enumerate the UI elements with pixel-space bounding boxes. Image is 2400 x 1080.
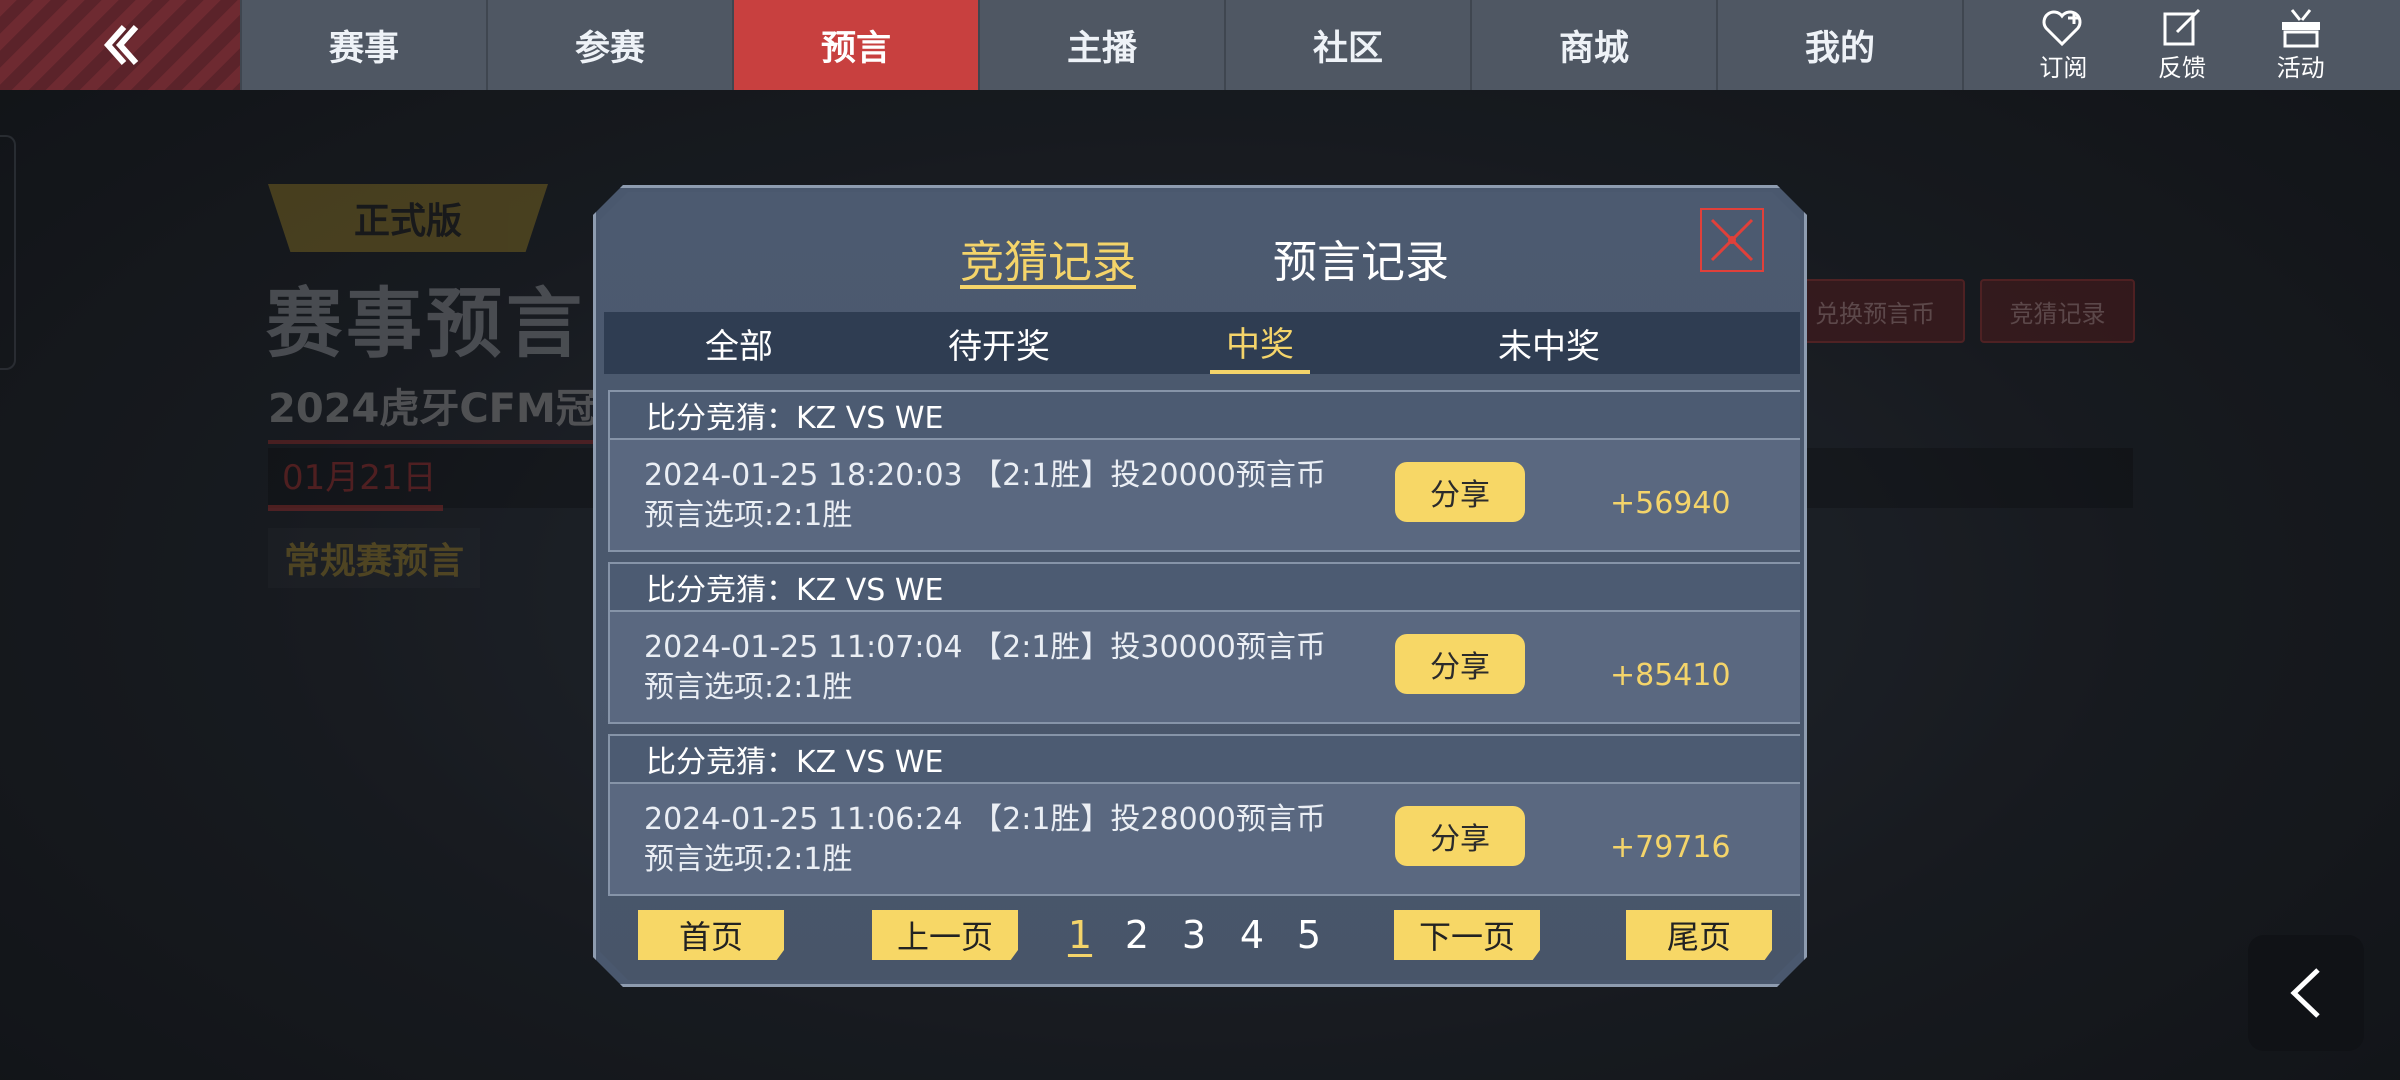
heart-plus-icon xyxy=(2042,10,2082,46)
nav-tab-events[interactable]: 赛事 xyxy=(240,0,486,90)
first-page-button[interactable]: 首页 xyxy=(638,910,784,960)
record-gain: +56940 xyxy=(1610,486,1731,521)
chevron-left-icon xyxy=(2290,968,2320,1018)
filter-lost[interactable]: 未中奖 xyxy=(1464,312,1634,374)
record-option: 预言选项:2:1胜 xyxy=(644,842,853,877)
record-body: 2024-01-25 11:07:04 【2:1胜】投30000预言币 预言选项… xyxy=(610,612,1802,722)
page-number-4[interactable]: 4 xyxy=(1232,910,1272,960)
page-number-3[interactable]: 3 xyxy=(1174,910,1214,960)
dialog-header: 竞猜记录 预言记录 xyxy=(600,192,1800,312)
pagination: 首页 上一页 1 2 3 4 5 下一页 尾页 xyxy=(600,906,1800,966)
record-body: 2024-01-25 18:20:03 【2:1胜】投20000预言币 预言选项… xyxy=(610,440,1802,550)
page-number-1[interactable]: 1 xyxy=(1060,910,1100,960)
edit-icon xyxy=(2163,8,2201,45)
record-item: 比分竞猜：KZ VS WE 2024-01-25 11:07:04 【2:1胜】… xyxy=(608,562,1804,724)
nav-tools: 订阅 反馈 活动 xyxy=(1962,0,2400,90)
bet-records-dialog: 竞猜记录 预言记录 全部 待开奖 中奖 未中奖 比分竞猜：KZ VS WE 20… xyxy=(593,185,1807,987)
filter-pending[interactable]: 待开奖 xyxy=(914,312,1084,374)
filter-bar: 全部 待开奖 中奖 未中奖 xyxy=(604,312,1804,374)
share-button[interactable]: 分享 xyxy=(1395,462,1525,522)
record-detail: 2024-01-25 18:20:03 【2:1胜】投20000预言币 xyxy=(644,458,1326,493)
activity-label: 活动 xyxy=(2276,53,2325,82)
record-item: 比分竞猜：KZ VS WE 2024-01-25 18:20:03 【2:1胜】… xyxy=(608,390,1804,552)
next-page-button[interactable]: 下一页 xyxy=(1394,910,1540,960)
nav-tab-shop[interactable]: 商城 xyxy=(1470,0,1716,90)
activity-button[interactable]: 活动 xyxy=(2261,8,2341,83)
close-icon xyxy=(1706,214,1758,266)
record-detail: 2024-01-25 11:07:04 【2:1胜】投30000预言币 xyxy=(644,630,1326,665)
tab-prediction-records[interactable]: 预言记录 xyxy=(1273,226,1449,290)
back-button[interactable] xyxy=(0,0,240,90)
page-number-2[interactable]: 2 xyxy=(1117,910,1157,960)
top-nav: 赛事 参赛 预言 主播 社区 商城 我的 订阅 反馈 活动 xyxy=(0,0,2400,90)
dialog-body: 竞猜记录 预言记录 全部 待开奖 中奖 未中奖 比分竞猜：KZ VS WE 20… xyxy=(600,192,1800,980)
record-option: 预言选项:2:1胜 xyxy=(644,670,853,705)
share-button[interactable]: 分享 xyxy=(1395,806,1525,866)
nav-tab-mine[interactable]: 我的 xyxy=(1716,0,1962,90)
nav-tab-streamers[interactable]: 主播 xyxy=(978,0,1224,90)
record-title: 比分竞猜：KZ VS WE xyxy=(610,736,1802,784)
nav-tab-join[interactable]: 参赛 xyxy=(486,0,732,90)
record-gain: +79716 xyxy=(1610,830,1731,865)
record-body: 2024-01-25 11:06:24 【2:1胜】投28000预言币 预言选项… xyxy=(610,784,1802,894)
feedback-label: 反馈 xyxy=(2157,53,2206,82)
subscribe-button[interactable]: 订阅 xyxy=(2023,8,2103,83)
record-detail: 2024-01-25 11:06:24 【2:1胜】投28000预言币 xyxy=(644,802,1326,837)
tab-bet-records[interactable]: 竞猜记录 xyxy=(960,226,1136,290)
subscribe-label: 订阅 xyxy=(2039,53,2088,82)
share-button[interactable]: 分享 xyxy=(1395,634,1525,694)
record-title: 比分竞猜：KZ VS WE xyxy=(610,392,1802,440)
last-page-button[interactable]: 尾页 xyxy=(1626,910,1772,960)
gift-icon xyxy=(2281,8,2320,47)
nav-tab-community[interactable]: 社区 xyxy=(1224,0,1470,90)
page-number-5[interactable]: 5 xyxy=(1289,910,1329,960)
prev-page-button[interactable]: 上一页 xyxy=(872,910,1018,960)
nav-tab-prediction[interactable]: 预言 xyxy=(732,0,978,90)
record-item: 比分竞猜：KZ VS WE 2024-01-25 11:06:24 【2:1胜】… xyxy=(608,734,1804,896)
double-chevron-left-icon xyxy=(103,25,139,65)
record-gain: +85410 xyxy=(1610,658,1731,693)
record-title: 比分竞猜：KZ VS WE xyxy=(610,564,1802,612)
feedback-button[interactable]: 反馈 xyxy=(2142,8,2222,83)
filter-won[interactable]: 中奖 xyxy=(1210,312,1310,374)
close-button[interactable] xyxy=(1700,208,1764,272)
filter-all[interactable]: 全部 xyxy=(674,312,804,374)
floating-back-button[interactable] xyxy=(2248,935,2364,1051)
record-option: 预言选项:2:1胜 xyxy=(644,498,853,533)
